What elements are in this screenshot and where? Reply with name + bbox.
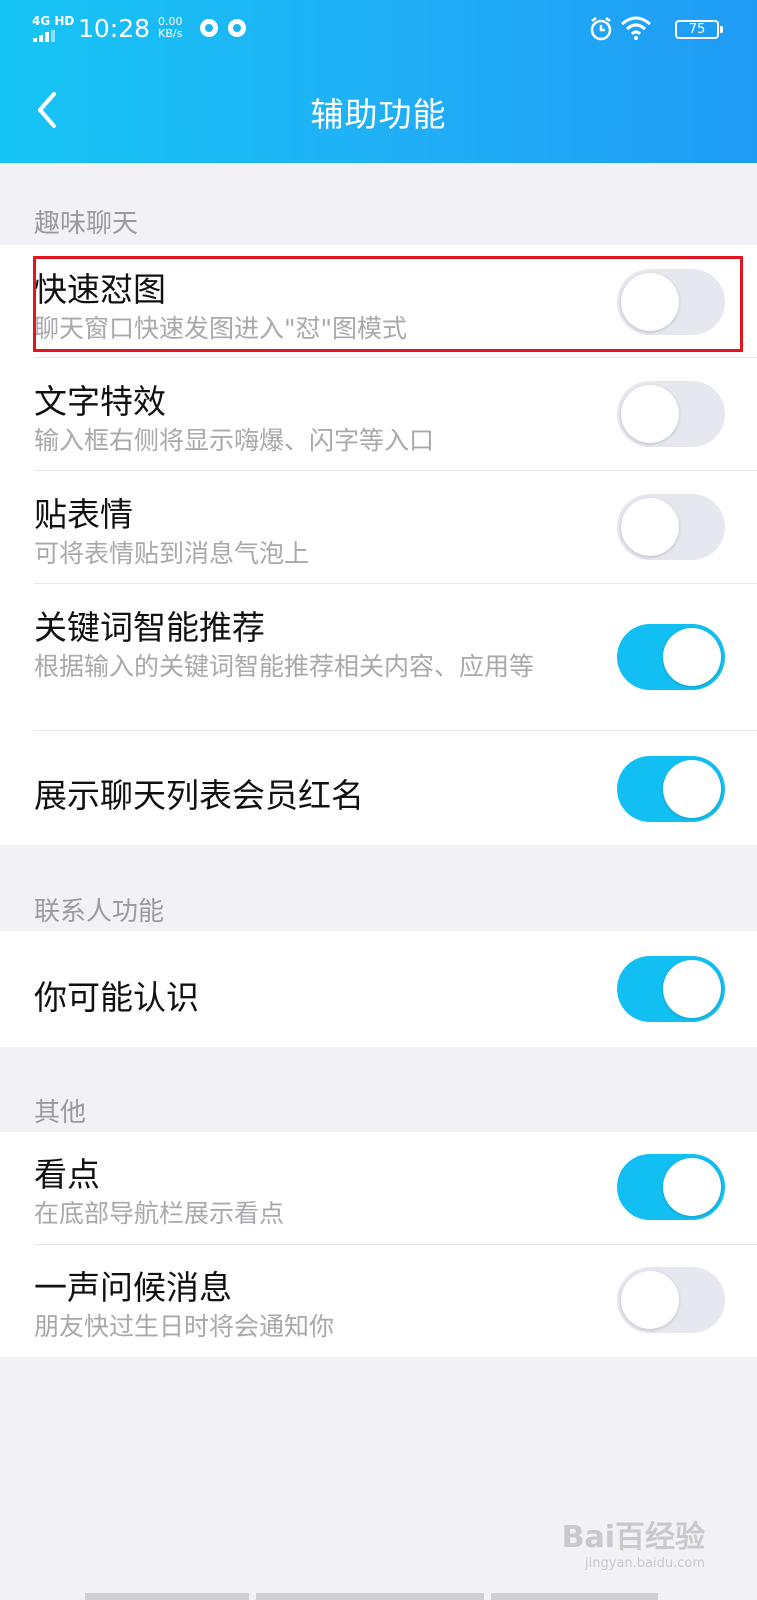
status-bar: 4G HD 10:28 0.00 KB/s 75	[0, 0, 757, 60]
alarm-icon	[590, 17, 612, 41]
qq-notification-icon	[200, 19, 218, 37]
battery-icon: 75	[675, 20, 723, 39]
app-header: 4G HD 10:28 0.00 KB/s 75 辅助功能	[0, 0, 757, 163]
baidu-jingyan-watermark: Bai百经验 jingyan.baidu.com	[561, 1520, 705, 1571]
setting-row-vip-red-name[interactable]: 展示聊天列表会员红名	[0, 731, 757, 845]
setting-row-text-effects[interactable]: 文字特效 输入框右侧将显示嗨爆、闪字等入口	[0, 358, 757, 470]
signal-icon	[33, 30, 63, 42]
section-label-contacts: 联系人功能	[34, 897, 165, 927]
section-label-fun-chat: 趣味聊天	[34, 209, 139, 239]
setting-subtitle: 在底部导航栏展示看点	[34, 1199, 285, 1228]
setting-row-birthday-greeting[interactable]: 一声问候消息 朋友快过生日时将会通知你	[0, 1245, 757, 1357]
setting-title: 关键词智能推荐	[34, 608, 265, 647]
toggle-switch[interactable]	[617, 494, 725, 560]
page-title: 辅助功能	[310, 95, 447, 134]
setting-subtitle: 根据输入的关键词智能推荐相关内容、应用等	[34, 652, 535, 681]
toggle-switch[interactable]	[617, 756, 725, 822]
settings-group-contacts: 你可能认识	[0, 931, 757, 1047]
toggle-switch[interactable]	[617, 1154, 725, 1220]
setting-row-keyword-recommend[interactable]: 关键词智能推荐 根据输入的关键词智能推荐相关内容、应用等	[0, 584, 757, 730]
setting-title: 看点	[34, 1155, 100, 1194]
setting-row-sticker[interactable]: 贴表情 可将表情贴到消息气泡上	[0, 471, 757, 583]
setting-subtitle: 朋友快过生日时将会通知你	[34, 1312, 335, 1341]
toggle-switch[interactable]	[617, 956, 725, 1022]
highlight-box	[33, 256, 743, 352]
bottom-edge-bars	[85, 1593, 757, 1600]
setting-row-people-you-may-know[interactable]: 你可能认识	[0, 931, 757, 1047]
status-time: 10:28	[78, 14, 151, 43]
setting-subtitle: 输入框右侧将显示嗨爆、闪字等入口	[34, 426, 435, 455]
setting-title: 贴表情	[34, 495, 133, 534]
setting-title: 文字特效	[34, 382, 166, 421]
settings-group-other: 看点 在底部导航栏展示看点 一声问候消息 朋友快过生日时将会通知你	[0, 1132, 757, 1357]
setting-row-kandian[interactable]: 看点 在底部导航栏展示看点	[0, 1132, 757, 1244]
toggle-switch[interactable]	[617, 381, 725, 447]
network-type: 4G HD	[32, 14, 75, 28]
toggle-switch[interactable]	[617, 1267, 725, 1333]
wifi-icon	[621, 16, 651, 40]
network-speed: 0.00 KB/s	[158, 15, 183, 40]
section-label-other: 其他	[34, 1098, 87, 1128]
setting-title: 展示聊天列表会员红名	[34, 776, 364, 815]
setting-title: 一声问候消息	[34, 1268, 232, 1307]
qq-notification-icon	[228, 19, 246, 37]
toggle-switch[interactable]	[617, 624, 725, 690]
setting-title: 你可能认识	[34, 978, 199, 1017]
setting-subtitle: 可将表情贴到消息气泡上	[34, 539, 310, 568]
